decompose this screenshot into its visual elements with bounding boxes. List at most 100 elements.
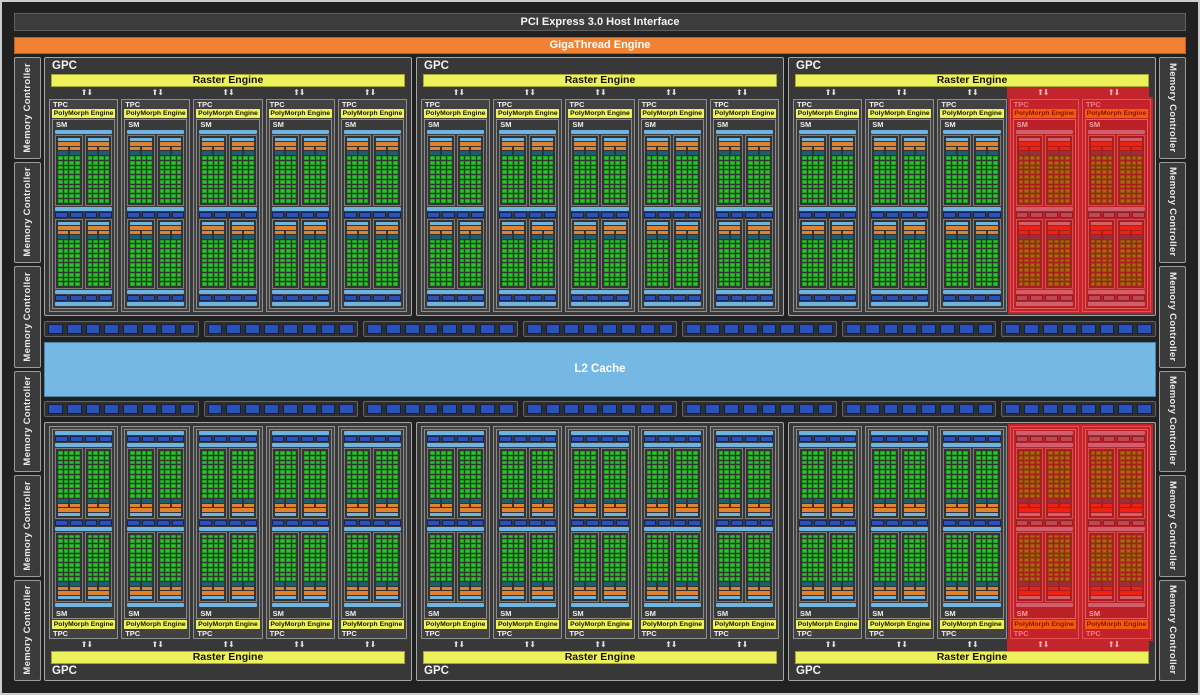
texture-cache-bar bbox=[343, 302, 402, 306]
cuda-core bbox=[446, 577, 452, 581]
ldst-segment bbox=[688, 211, 701, 218]
cuda-core bbox=[176, 558, 182, 562]
cuda-core bbox=[363, 567, 369, 572]
cuda-core bbox=[248, 489, 254, 493]
warp-scheduler-bar bbox=[130, 507, 152, 512]
instruction-buffer-bar bbox=[903, 221, 926, 225]
cuda-core bbox=[63, 558, 69, 562]
cuda-core bbox=[387, 553, 393, 558]
cuda-core bbox=[657, 179, 663, 184]
cuda-core bbox=[74, 244, 80, 248]
processing-block bbox=[1045, 135, 1073, 206]
cuda-core bbox=[519, 239, 524, 244]
cuda-core bbox=[459, 460, 465, 465]
instruction-buffer-bar bbox=[202, 596, 225, 599]
register-file-bar bbox=[946, 151, 969, 155]
cuda-core bbox=[74, 258, 80, 263]
cuda-core bbox=[358, 470, 363, 474]
cuda-core bbox=[531, 156, 537, 160]
cuda-core bbox=[987, 239, 992, 244]
cuda-core bbox=[98, 479, 104, 484]
cuda-core bbox=[1131, 156, 1137, 160]
cuda-core bbox=[248, 451, 254, 455]
cuda-core bbox=[465, 170, 470, 174]
cuda-core bbox=[987, 244, 992, 248]
dispatch-bar bbox=[874, 230, 896, 234]
cuda-core bbox=[280, 194, 285, 198]
cuda-core bbox=[963, 184, 969, 189]
dispatch-segment bbox=[730, 147, 741, 150]
register-file-bar bbox=[748, 234, 771, 239]
cuda-core bbox=[87, 474, 93, 479]
cuda-core bbox=[135, 553, 141, 558]
tpc: TPC PolyMorph Engine SM bbox=[421, 99, 491, 312]
cuda-core bbox=[1137, 170, 1143, 174]
cuda-core bbox=[376, 253, 382, 258]
cuda-core bbox=[687, 263, 693, 267]
cuda-core bbox=[465, 198, 470, 203]
cuda-core bbox=[248, 470, 254, 474]
dispatch-bar bbox=[58, 587, 80, 590]
cuda-core bbox=[754, 184, 759, 189]
cuda-core bbox=[818, 160, 824, 165]
cuda-core bbox=[543, 577, 548, 581]
cuda-core bbox=[176, 175, 182, 179]
cuda-core bbox=[208, 268, 213, 272]
cuda-core bbox=[476, 170, 482, 174]
cuda-core bbox=[213, 489, 219, 493]
cuda-core bbox=[620, 170, 626, 174]
cuda-core bbox=[165, 577, 171, 581]
cuda-core bbox=[280, 484, 285, 488]
cuda-core bbox=[376, 249, 382, 253]
instruction-buffer-bar bbox=[130, 596, 152, 599]
cuda-core bbox=[446, 156, 452, 160]
cuda-core bbox=[304, 558, 309, 562]
dispatch-bar bbox=[87, 147, 110, 150]
register-file-bar bbox=[1120, 234, 1143, 239]
cuda-core bbox=[352, 470, 358, 474]
cuda-core bbox=[759, 272, 765, 277]
register-segment bbox=[376, 234, 387, 239]
cuda-core bbox=[1035, 165, 1041, 170]
register-segment bbox=[802, 151, 812, 155]
cuda-core bbox=[470, 179, 476, 184]
cuda-core bbox=[393, 170, 399, 174]
cuda-core bbox=[213, 179, 219, 184]
cuda-core-grid bbox=[502, 534, 524, 581]
memory-controller: Memory Controller bbox=[14, 370, 41, 472]
cuda-core bbox=[1048, 268, 1053, 272]
cuda-core bbox=[1035, 179, 1041, 184]
register-segment bbox=[304, 151, 315, 155]
cuda-core bbox=[724, 282, 730, 286]
cuda-core bbox=[1096, 272, 1102, 277]
ldst-segment bbox=[127, 211, 140, 218]
warp-scheduler-bar bbox=[202, 591, 225, 595]
cuda-core bbox=[304, 470, 309, 474]
ldst-segment bbox=[214, 295, 227, 301]
cuda-core bbox=[543, 170, 548, 174]
cuda-core bbox=[657, 272, 663, 277]
warp-scheduler-bar bbox=[874, 142, 896, 146]
cuda-core bbox=[848, 165, 854, 170]
ldst-texture-row bbox=[571, 211, 629, 218]
cuda-core bbox=[446, 179, 452, 184]
ldst-texture-row bbox=[127, 436, 185, 442]
cuda-core bbox=[147, 493, 152, 498]
crossbar-segment bbox=[1005, 404, 1021, 415]
cuda-core bbox=[465, 272, 470, 277]
cuda-core bbox=[441, 282, 446, 286]
instruction-buffer-bar bbox=[87, 512, 110, 516]
cuda-core bbox=[171, 489, 176, 493]
register-file-bar bbox=[274, 151, 297, 155]
dispatch-segment bbox=[346, 230, 357, 234]
cuda-core bbox=[765, 198, 771, 203]
cuda-core bbox=[232, 484, 237, 488]
register-segment bbox=[286, 582, 297, 586]
cuda-core bbox=[93, 479, 98, 484]
cuda-core bbox=[874, 239, 879, 244]
cuda-core bbox=[382, 577, 387, 581]
dispatch-segment bbox=[58, 587, 68, 590]
cuda-core bbox=[548, 563, 554, 567]
cuda-core bbox=[304, 189, 309, 193]
register-segment bbox=[658, 234, 669, 239]
